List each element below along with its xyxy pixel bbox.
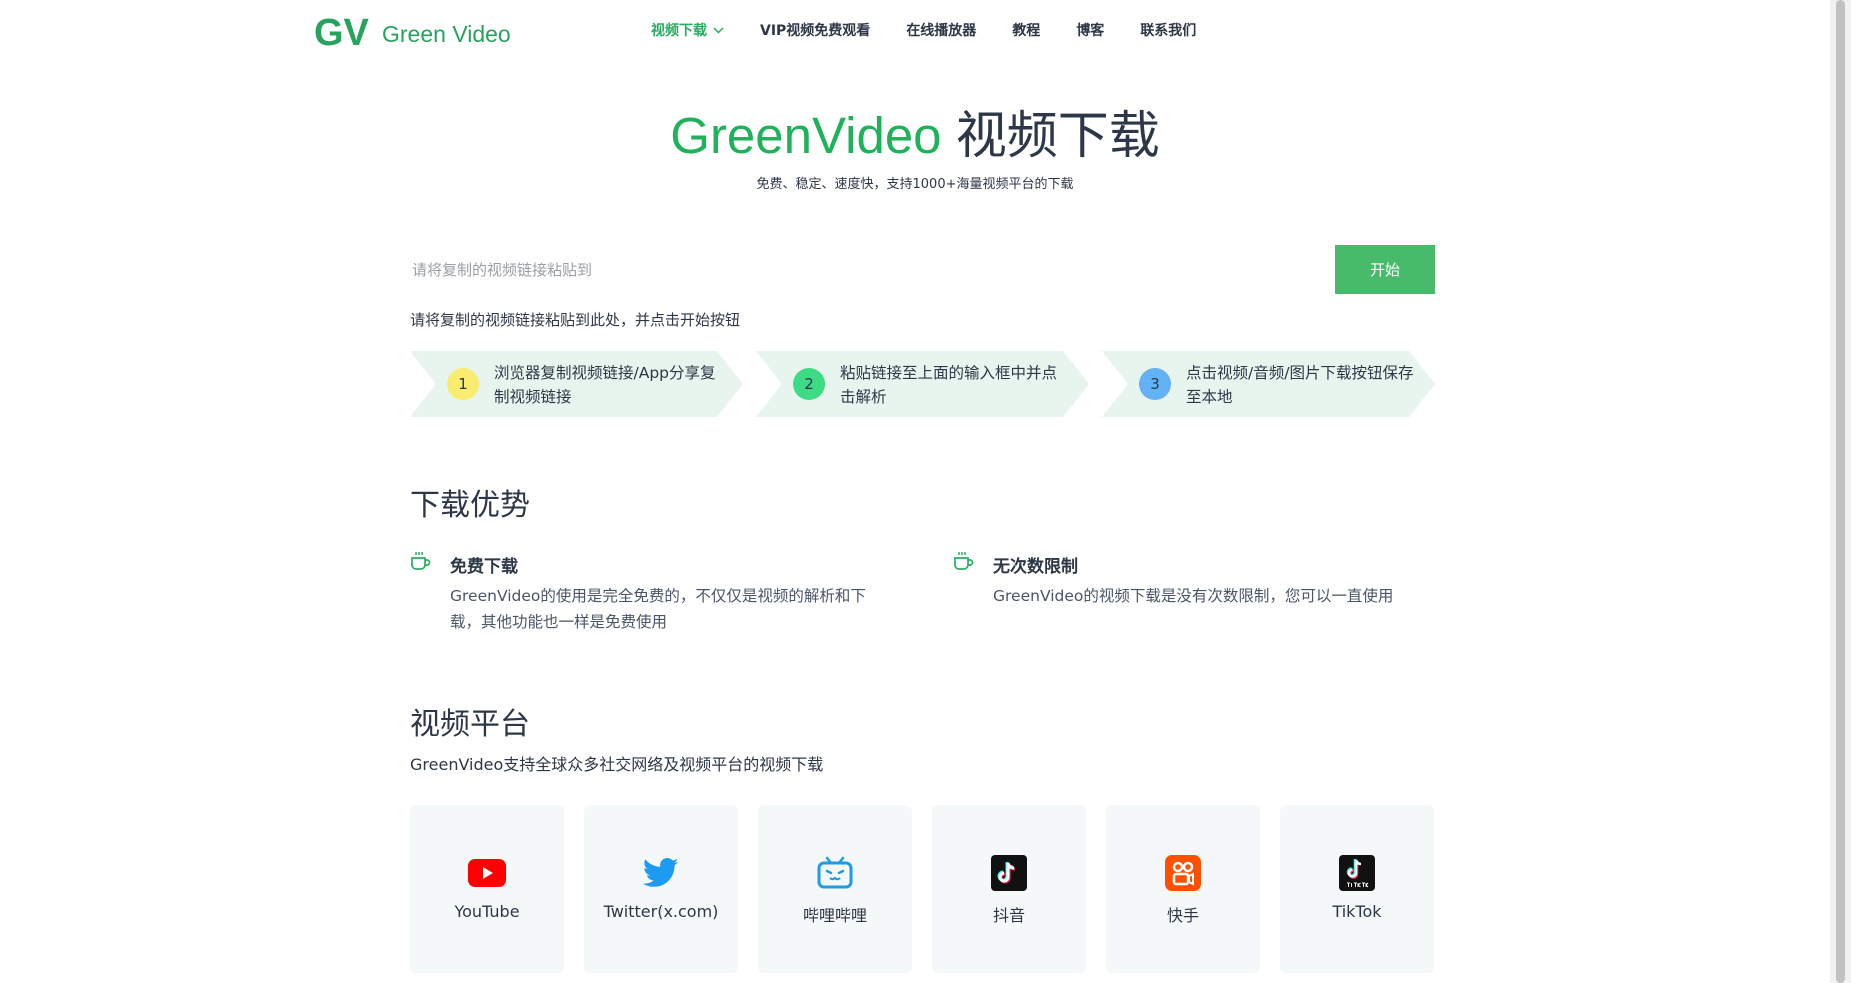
- hero-subtitle: 免费、稳定、速度快，支持1000+海量视频平台的下载: [756, 177, 1074, 192]
- twitter-icon: [641, 853, 681, 893]
- feature-title: 免费下载: [450, 557, 518, 577]
- platforms-desc: GreenVideo支持全球众多社交网络及视频平台的视频下载: [410, 755, 824, 774]
- platform-card-kuaishou[interactable]: 快手: [1106, 805, 1260, 973]
- platform-card-bilibili[interactable]: 哔哩哔哩: [758, 805, 912, 973]
- nav-blog[interactable]: 博客: [1076, 20, 1104, 40]
- page-scrollbar[interactable]: [1830, 0, 1851, 983]
- step-text: 点击视频/音频/图片下载按钮保存至本地: [1186, 364, 1414, 406]
- platform-label: 抖音: [992, 906, 1025, 925]
- feature-title: 无次数限制: [993, 557, 1078, 577]
- platform-label: YouTube: [454, 902, 520, 921]
- cup-icon: [954, 552, 974, 570]
- platform-label: TikTok: [1332, 902, 1382, 921]
- scrollbar-thumb[interactable]: [1836, 0, 1845, 983]
- step-number: 3: [1139, 368, 1171, 400]
- feature-desc: GreenVideo的视频下载是没有次数限制，您可以一直使用: [993, 587, 1394, 605]
- bilibili-icon: [815, 853, 855, 893]
- step-text: 粘贴链接至上面的输入框中并点击解析: [840, 364, 1058, 406]
- nav-video-download[interactable]: 视频下载: [651, 20, 724, 40]
- feature-desc: GreenVideo的使用是完全免费的，不仅仅是视频的解析和下载，其他功能也一样…: [450, 587, 866, 631]
- hero-title-brand: GreenVideo: [670, 107, 942, 164]
- nav-online-player[interactable]: 在线播放器: [906, 20, 976, 40]
- chevron-down-icon: [713, 26, 724, 34]
- main-nav: 视频下载 VIP视频免费观看 在线播放器 教程 博客 联系我们: [651, 20, 1232, 40]
- hero-title-text: 视频下载: [941, 107, 1160, 164]
- site-header: GV Green Video 视频下载 VIP视频免费观看 在线播放器 教程 博…: [0, 0, 1830, 64]
- hero-title: GreenVideo 视频下载: [0, 104, 1830, 168]
- nav-label: 视频下载: [651, 23, 707, 39]
- nav-vip-video[interactable]: VIP视频免费观看: [760, 20, 870, 40]
- platform-label: 哔哩哔哩: [802, 906, 867, 925]
- platform-grid: YouTube Twitter(x.com) 哔哩哔哩 抖音 快手 TikTok: [410, 805, 1436, 973]
- kuaishou-icon: [1163, 853, 1203, 893]
- start-button[interactable]: 开始: [1335, 245, 1435, 294]
- platform-label: Twitter(x.com): [603, 902, 719, 921]
- douyin-icon: [989, 853, 1029, 893]
- platform-card-douyin[interactable]: 抖音: [932, 805, 1086, 973]
- platform-label: 快手: [1166, 906, 1199, 925]
- nav-contact[interactable]: 联系我们: [1140, 20, 1196, 40]
- tiktok-icon: [1337, 853, 1377, 893]
- url-input[interactable]: [410, 246, 1324, 294]
- cup-icon: [411, 552, 431, 570]
- advantages-title: 下载优势: [410, 488, 530, 523]
- nav-tutorial[interactable]: 教程: [1012, 20, 1040, 40]
- step-number: 1: [447, 368, 479, 400]
- platforms-title: 视频平台: [410, 707, 530, 742]
- logo-text: Green Video: [382, 20, 511, 47]
- step-2: 2 粘贴链接至上面的输入框中并点击解析: [756, 351, 1089, 417]
- platform-card-tiktok[interactable]: TikTok: [1280, 805, 1434, 973]
- platform-card-youtube[interactable]: YouTube: [410, 805, 564, 973]
- logo[interactable]: GV Green Video: [314, 12, 511, 52]
- input-hint: 请将复制的视频链接粘贴到此处，并点击开始按钮: [410, 311, 741, 329]
- logo-mark-icon: GV: [314, 12, 370, 52]
- platform-card-twitter[interactable]: Twitter(x.com): [584, 805, 738, 973]
- step-1: 1 浏览器复制视频链接/App分享复制视频链接: [410, 351, 743, 417]
- youtube-icon: [467, 853, 507, 893]
- step-3: 3 点击视频/音频/图片下载按钮保存至本地: [1102, 351, 1435, 417]
- steps: 1 浏览器复制视频链接/App分享复制视频链接 2 粘贴链接至上面的输入框中并点…: [410, 351, 1436, 417]
- step-text: 浏览器复制视频链接/App分享复制视频链接: [494, 364, 716, 406]
- svg-text:GV: GV: [314, 12, 370, 52]
- step-number: 2: [793, 368, 825, 400]
